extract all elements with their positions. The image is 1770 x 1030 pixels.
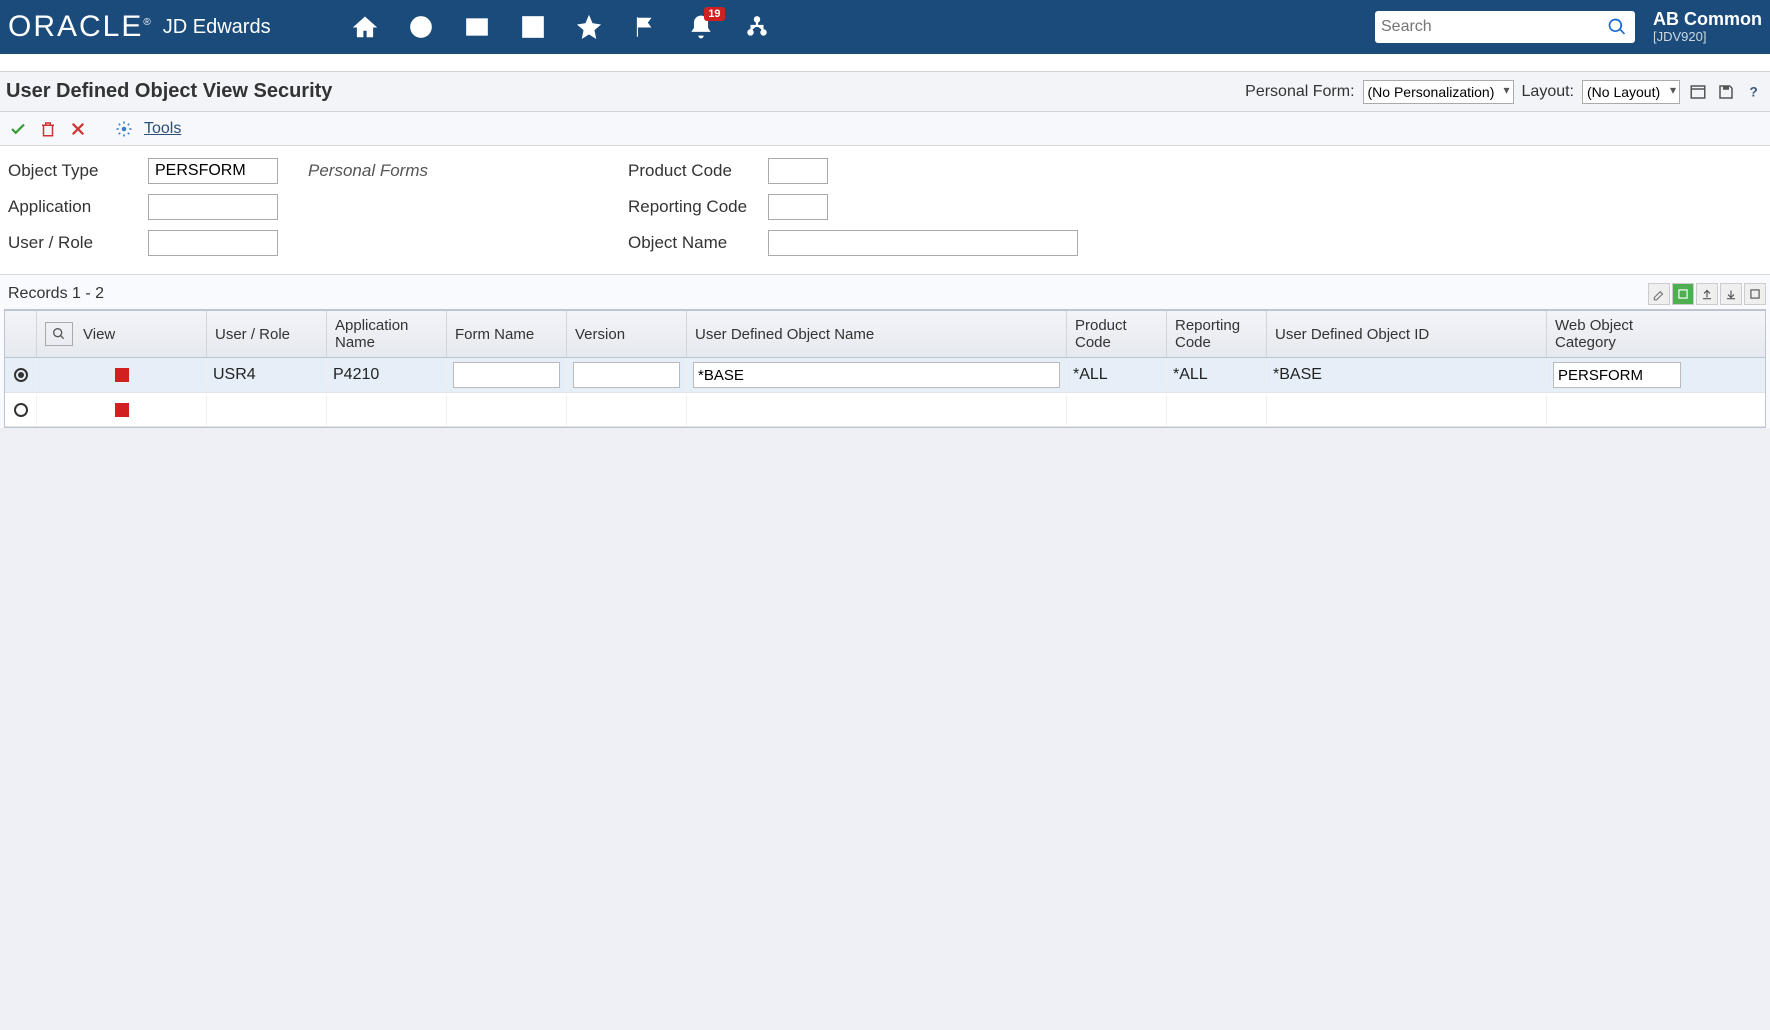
home-icon[interactable] <box>351 13 379 41</box>
notification-badge: 19 <box>704 7 724 21</box>
col-version[interactable]: Version <box>567 311 687 357</box>
layout-select[interactable]: (No Layout) <box>1582 80 1680 104</box>
cell-product-code[interactable]: *ALL <box>1067 360 1167 390</box>
user-name: AB Common <box>1653 10 1762 30</box>
cell-web-obj-cat[interactable] <box>1547 395 1687 425</box>
reporting-code-input[interactable] <box>768 194 828 220</box>
check-icon[interactable] <box>8 119 28 139</box>
user-role-label: User / Role <box>8 233 138 253</box>
col-app-name[interactable]: Application Name <box>327 311 447 357</box>
download-icon[interactable] <box>1720 283 1742 305</box>
nav-icons: 19 <box>351 13 771 41</box>
grid-area: Records 1 - 2 View User / Role Applicati… <box>0 275 1770 428</box>
cell-udo-id[interactable]: *BASE <box>1267 360 1547 390</box>
cell-version-input[interactable] <box>573 362 680 388</box>
row-radio[interactable] <box>14 403 28 417</box>
user-env: [JDV920] <box>1653 30 1762 44</box>
object-name-label: Object Name <box>628 233 758 253</box>
form-icon[interactable] <box>1688 82 1708 102</box>
object-type-input[interactable] <box>148 158 278 184</box>
delete-icon[interactable] <box>38 119 58 139</box>
product-name: JD Edwards <box>163 16 271 39</box>
cell-form-name-input[interactable] <box>453 362 560 388</box>
cell-udon[interactable] <box>687 395 1067 425</box>
layout-label: Layout: <box>1522 83 1574 101</box>
user-info[interactable]: AB Common [JDV920] <box>1653 10 1762 44</box>
title-bar: User Defined Object View Security Person… <box>0 72 1770 112</box>
star-icon[interactable] <box>575 13 603 41</box>
cell-product-code[interactable] <box>1067 395 1167 425</box>
cell-user-role[interactable] <box>207 395 327 425</box>
col-udo-id[interactable]: User Defined Object ID <box>1267 311 1547 357</box>
hierarchy-icon[interactable] <box>743 13 771 41</box>
svg-text:?: ? <box>1750 84 1758 99</box>
cell-app-name[interactable]: P4210 <box>327 360 447 390</box>
search-icon[interactable] <box>1605 15 1629 39</box>
grid-header-row: View User / Role Application Name Form N… <box>5 311 1765 358</box>
personal-form-select[interactable]: (No Personalization) <box>1363 80 1514 104</box>
cell-form-name[interactable] <box>447 395 567 425</box>
col-form-name[interactable]: Form Name <box>447 311 567 357</box>
view-indicator-icon <box>115 403 129 417</box>
user-role-input[interactable] <box>148 230 278 256</box>
col-udon[interactable]: User Defined Object Name <box>687 311 1067 357</box>
object-name-input[interactable] <box>768 230 1078 256</box>
sub-bar <box>0 54 1770 72</box>
chart-icon[interactable] <box>463 13 491 41</box>
object-type-label: Object Type <box>8 161 138 181</box>
toolbar: Tools <box>0 112 1770 146</box>
gear-icon[interactable] <box>114 119 134 139</box>
oracle-logo: ORACLE® <box>8 10 153 44</box>
bell-icon[interactable]: 19 <box>687 13 715 41</box>
records-count: Records 1 - 2 <box>4 285 104 303</box>
col-user-role[interactable]: User / Role <box>207 311 327 357</box>
col-product-code[interactable]: Product Code <box>1067 311 1167 357</box>
product-code-input[interactable] <box>768 158 828 184</box>
page-title: User Defined Object View Security <box>6 80 332 103</box>
cell-version[interactable] <box>567 395 687 425</box>
edit-icon[interactable] <box>519 13 547 41</box>
flag-icon[interactable] <box>631 13 659 41</box>
product-code-label: Product Code <box>628 161 758 181</box>
search-input[interactable] <box>1381 18 1605 36</box>
search-box <box>1375 11 1635 43</box>
cell-app-name[interactable] <box>327 395 447 425</box>
clock-icon[interactable] <box>407 13 435 41</box>
application-input[interactable] <box>148 194 278 220</box>
cell-user-role[interactable]: USR4 <box>207 360 327 390</box>
col-web-obj-cat[interactable]: Web Object Category <box>1547 311 1687 357</box>
cell-udon-input[interactable] <box>693 362 1060 388</box>
export-icon[interactable] <box>1672 283 1694 305</box>
col-reporting-code[interactable]: Reporting Code <box>1167 311 1267 357</box>
cell-udo-id[interactable] <box>1267 395 1547 425</box>
grid-row[interactable]: USR4 P4210 *ALL *ALL *BASE <box>5 358 1765 393</box>
customize-grid-icon[interactable] <box>1648 283 1670 305</box>
cell-web-obj-cat-input[interactable] <box>1553 362 1681 388</box>
filters-panel: Object Type Personal Forms Product Code … <box>0 146 1770 275</box>
cell-reporting-code[interactable]: *ALL <box>1167 360 1267 390</box>
reporting-code-label: Reporting Code <box>628 197 758 217</box>
save-icon[interactable] <box>1716 82 1736 102</box>
maximize-icon[interactable] <box>1744 283 1766 305</box>
data-grid: View User / Role Application Name Form N… <box>4 309 1766 428</box>
close-icon[interactable] <box>68 119 88 139</box>
cell-reporting-code[interactable] <box>1167 395 1267 425</box>
row-radio[interactable] <box>14 368 28 382</box>
upload-icon[interactable] <box>1696 283 1718 305</box>
help-icon[interactable]: ? <box>1744 82 1764 102</box>
view-indicator-icon <box>115 368 129 382</box>
tools-link[interactable]: Tools <box>144 120 181 138</box>
grid-row[interactable] <box>5 393 1765 427</box>
col-view: View <box>83 326 115 343</box>
personal-form-label: Personal Form: <box>1245 83 1354 101</box>
application-label: Application <box>8 197 138 217</box>
view-header-icon[interactable] <box>45 322 73 346</box>
object-type-desc: Personal Forms <box>308 161 428 181</box>
top-bar: ORACLE® JD Edwards 19 AB Common [JDV920] <box>0 0 1770 54</box>
